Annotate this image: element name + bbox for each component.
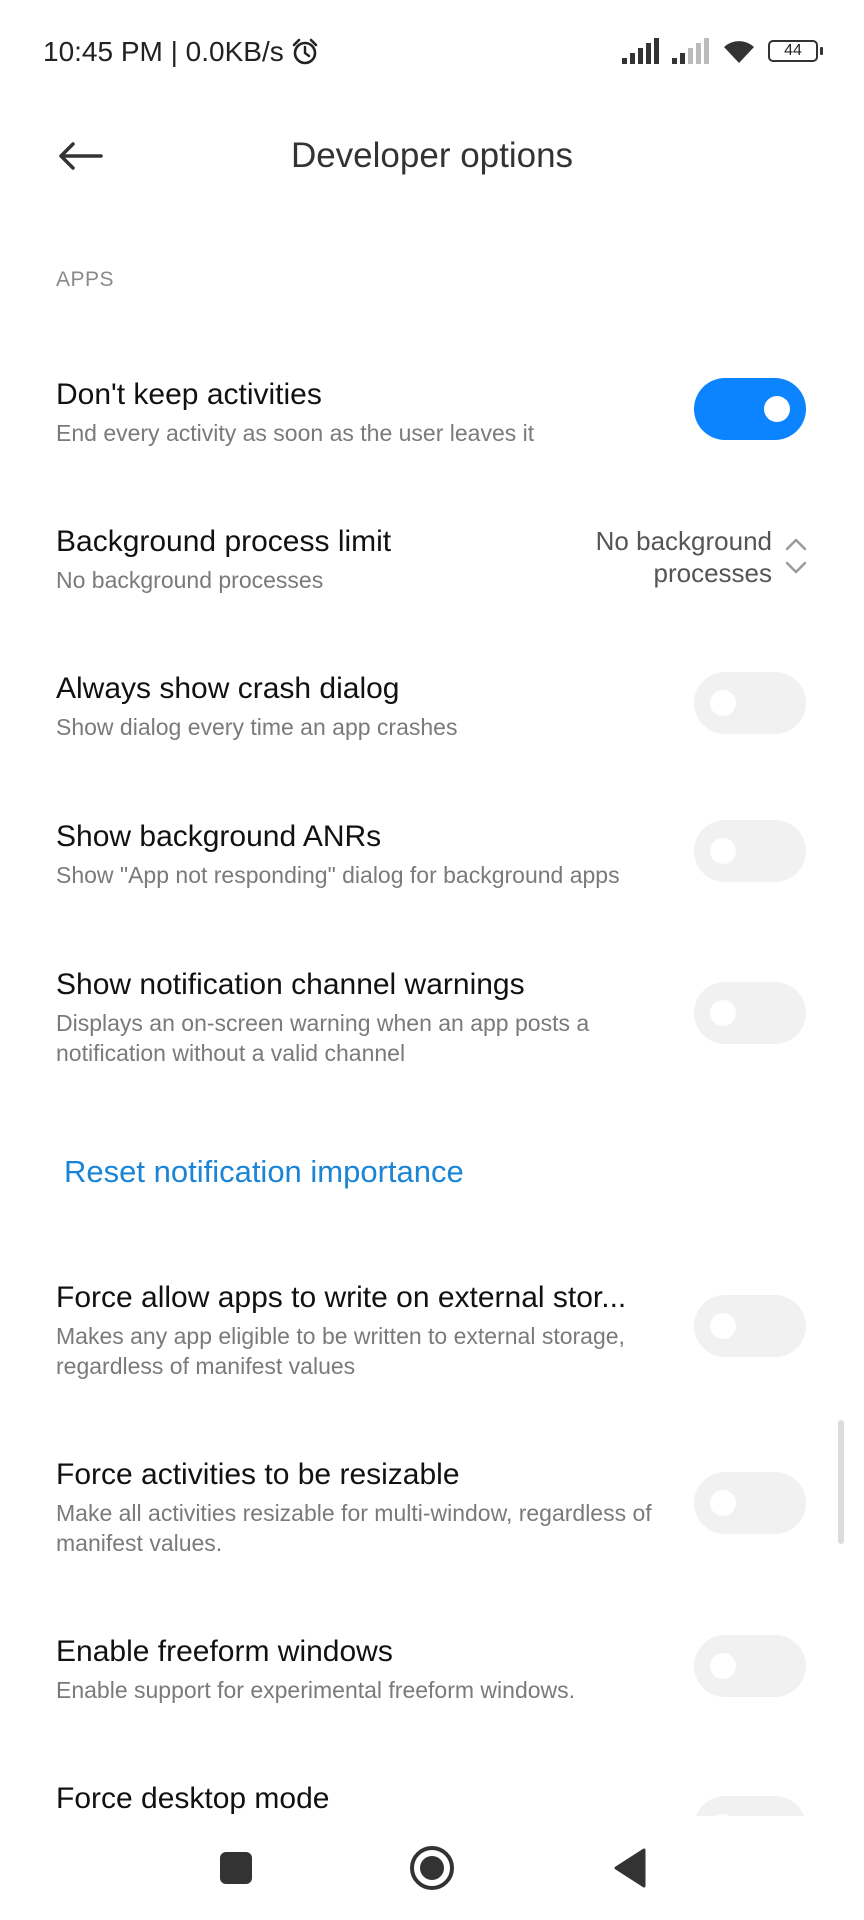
toggle-switch[interactable] — [694, 378, 806, 440]
back-nav-button[interactable] — [590, 1828, 670, 1908]
signal-icon — [622, 38, 659, 64]
setting-title: Don't keep activities — [56, 378, 322, 411]
recents-button[interactable] — [196, 1828, 276, 1908]
status-bar: 10:45 PM | 0.0KB/s 44 — [0, 0, 864, 108]
setting-subtitle: Show "App not responding" dialog for bac… — [56, 862, 620, 888]
setting-always-show-crash-dialog[interactable]: Always show crash dialog Show dialog eve… — [0, 672, 864, 752]
setting-title: Show notification channel warnings — [56, 968, 525, 1001]
alarm-icon — [292, 38, 318, 65]
status-time-group: 10:45 PM | 0.0KB/s — [43, 36, 320, 68]
setting-subtitle: Makes any app eligible to be written to … — [56, 1323, 625, 1379]
toggle-switch[interactable] — [694, 982, 806, 1044]
setting-subtitle: Show dialog every time an app crashes — [56, 714, 458, 740]
home-button[interactable] — [392, 1828, 472, 1908]
wifi-icon — [724, 41, 754, 63]
setting-enable-freeform-windows[interactable]: Enable freeform windows Enable support f… — [0, 1635, 864, 1715]
toggle-switch[interactable] — [694, 1635, 806, 1697]
reset-notification-importance-link[interactable]: Reset notification importance — [64, 1154, 464, 1190]
setting-title: Force activities to be resizable — [56, 1458, 460, 1491]
toggle-knob — [710, 838, 736, 864]
setting-title: Always show crash dialog — [56, 672, 400, 705]
toggle-knob — [710, 1313, 736, 1339]
select-value[interactable]: No background processes — [596, 525, 772, 589]
setting-title: Background process limit — [56, 525, 392, 558]
select-value-line: No background — [595, 526, 772, 556]
page-title: Developer options — [290, 136, 574, 175]
title-bar: Developer options — [0, 108, 864, 224]
toggle-switch[interactable] — [694, 1472, 806, 1534]
setting-show-background-anrs[interactable]: Show background ANRs Show "App not respo… — [0, 820, 864, 900]
setting-title: Show background ANRs — [56, 820, 382, 853]
setting-subtitle: Make all activities resizable for multi-… — [56, 1500, 652, 1556]
toggle-knob — [710, 1000, 736, 1026]
setting-force-desktop-mode[interactable]: Force desktop mode — [0, 1782, 864, 1816]
setting-subtitle: Displays an on-screen warning when an ap… — [56, 1010, 590, 1066]
battery-icon: 44 — [768, 40, 823, 62]
select-value-line: processes — [653, 558, 773, 588]
toggle-switch[interactable] — [694, 672, 806, 734]
status-icons: 44 — [622, 38, 823, 64]
setting-background-process-limit[interactable]: Background process limit No background p… — [0, 525, 864, 595]
toggle-switch[interactable] — [694, 820, 806, 882]
setting-title: Enable freeform windows — [56, 1635, 393, 1668]
setting-title: Force desktop mode — [56, 1782, 330, 1815]
setting-dont-keep-activities[interactable]: Don't keep activities End every activity… — [0, 378, 864, 468]
scrollbar[interactable] — [838, 1420, 844, 1544]
toggle-knob — [764, 396, 790, 422]
recents-square-icon — [220, 1852, 252, 1884]
navigation-bar — [0, 1816, 864, 1920]
toggle-knob — [710, 1653, 736, 1679]
toggle-knob — [710, 690, 736, 716]
setting-subtitle: No background processes — [56, 567, 324, 593]
back-triangle-icon — [614, 1848, 646, 1888]
toggle-switch[interactable] — [694, 1796, 806, 1816]
section-label-apps: APPS — [56, 268, 115, 291]
setting-subtitle: Enable support for experimental freeform… — [56, 1677, 576, 1703]
signal-icon — [672, 38, 709, 64]
toggle-switch[interactable] — [694, 1295, 806, 1357]
setting-force-allow-external-storage[interactable]: Force allow apps to write on external st… — [0, 1281, 864, 1381]
setting-title: Force allow apps to write on external st… — [56, 1281, 627, 1314]
setting-show-notification-channel-warnings[interactable]: Show notification channel warnings Displ… — [0, 968, 864, 1068]
toggle-knob — [710, 1490, 736, 1516]
status-time: 10:45 PM | 0.0KB/s — [43, 36, 284, 67]
chevron-up-down-icon — [785, 538, 807, 574]
home-circle-icon — [410, 1846, 454, 1890]
setting-subtitle: End every activity as soon as the user l… — [56, 420, 535, 446]
setting-force-activities-resizable[interactable]: Force activities to be resizable Make al… — [0, 1458, 864, 1558]
